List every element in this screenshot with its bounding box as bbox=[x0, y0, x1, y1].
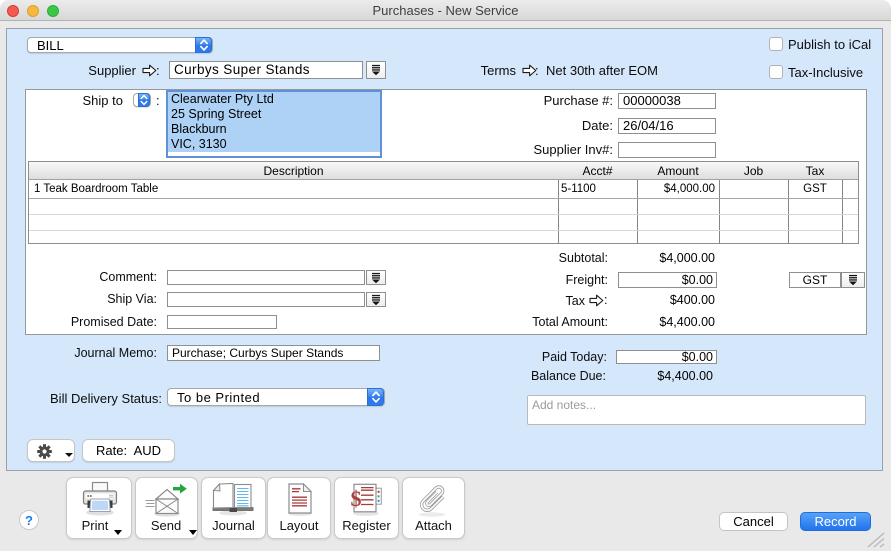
svg-text:$: $ bbox=[351, 486, 362, 511]
